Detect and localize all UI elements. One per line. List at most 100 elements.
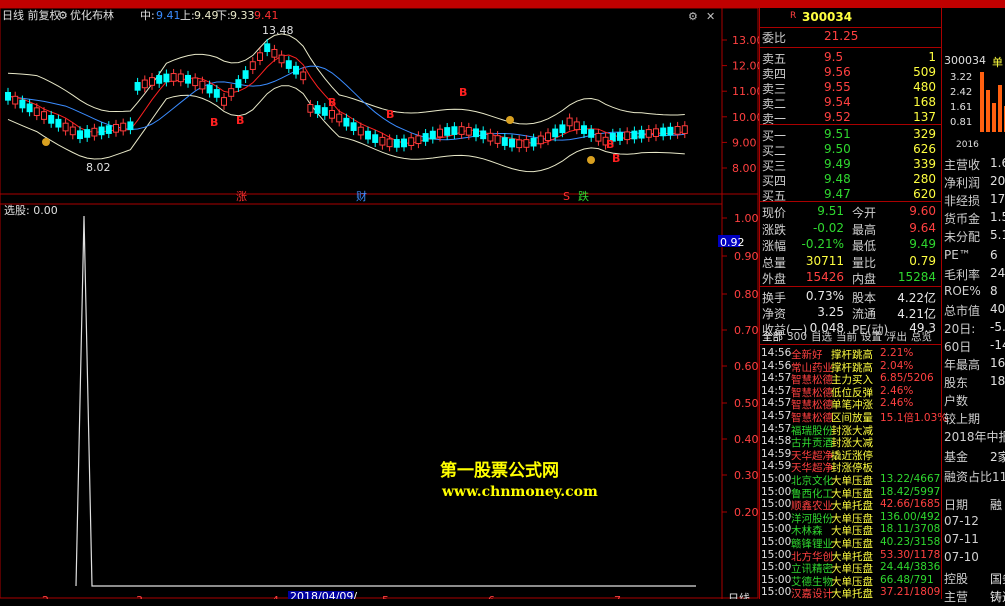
subchart-title: 选股: 0.00 xyxy=(4,204,58,217)
fin-value: 18 xyxy=(990,374,1005,388)
candle-body xyxy=(429,130,436,140)
stat-value: 0.79 xyxy=(909,253,936,268)
candle-body xyxy=(530,137,537,147)
fin-label: 融资占比11.9 xyxy=(944,470,1005,484)
tick-value: 18.11/3708 xyxy=(880,523,941,536)
sub-tick-label: 0.70 xyxy=(734,324,759,337)
fin-axis-label: 0.81 xyxy=(950,117,973,128)
fin-row: 基金 2家 xyxy=(944,448,1005,466)
event-label-finance: 财 xyxy=(356,189,367,203)
selection-line xyxy=(75,215,696,587)
candle-body xyxy=(149,77,155,86)
fin-bar xyxy=(980,72,984,132)
fin-row: 毛利率 24 xyxy=(944,266,1005,284)
tick-time: 15:00 xyxy=(761,485,792,498)
candle-body xyxy=(41,111,47,120)
fin-row: 总市值 40.1 xyxy=(944,302,1005,320)
tick-name: 汉嘉设计 xyxy=(791,588,833,601)
stat2-value: 0.048 xyxy=(809,321,844,335)
tick-value: 53.30/1178 xyxy=(880,548,941,561)
fin-value: 24 xyxy=(990,266,1005,280)
tick-time: 14:59 xyxy=(761,460,792,473)
candle-body xyxy=(228,88,235,97)
price-tick-label: 8.00 xyxy=(732,162,757,175)
tick-time: 15:00 xyxy=(761,523,792,536)
sub-tick-label: 0.90 xyxy=(734,250,759,263)
fin-value: 1.5 xyxy=(990,210,1005,224)
tick-time: 14:57 xyxy=(761,372,792,385)
candle-body xyxy=(437,128,443,138)
candle-body xyxy=(343,117,350,127)
fin-label: 60日 xyxy=(944,340,972,354)
x-mark: 6 xyxy=(488,594,495,599)
candle-body xyxy=(653,128,659,138)
candle-body xyxy=(444,127,451,136)
fin-label: 07-10 xyxy=(944,550,979,564)
ask-volume: 1 xyxy=(928,50,936,64)
candle-body xyxy=(415,135,422,145)
tick-value: 136.00/492 xyxy=(880,510,941,523)
candle-body xyxy=(401,138,407,148)
top-red-bar xyxy=(0,0,1005,8)
watermark-url: www.chnmoney.com xyxy=(442,484,598,500)
fin-row: 户数 xyxy=(944,392,968,410)
sub-tick-label: 0.50 xyxy=(734,397,759,410)
bid-price: 9.47 xyxy=(824,187,851,201)
ask-volume: 509 xyxy=(913,65,936,79)
tick-value: 66.48/791 xyxy=(880,573,934,586)
fin-label: 07-12 xyxy=(944,514,979,528)
settings-gear-icon: ⚙ xyxy=(688,10,698,23)
candle-body xyxy=(545,132,551,142)
stat-label: 涨跌 xyxy=(762,222,787,237)
candle-body xyxy=(12,95,19,105)
stock-code[interactable]: 300034 xyxy=(802,10,852,24)
fin-label: PE™ xyxy=(944,248,971,262)
bid-volume: 280 xyxy=(913,172,936,186)
sub-tick-label: 0.80 xyxy=(734,288,759,301)
fin-value: 17 xyxy=(990,192,1005,206)
tick-time: 14:59 xyxy=(761,447,792,460)
fin-label: 主营 xyxy=(944,590,969,604)
subchart-axis: 1.00 0.920.90 0.80 0.70 0.60 0.50 0.40 0.30 0.20 xyxy=(718,212,759,519)
bid-volume: 620 xyxy=(913,187,936,201)
candle-body xyxy=(105,125,112,134)
fin-row: 20日: -5. xyxy=(944,320,1005,338)
settings-icon: ⚙ xyxy=(58,9,68,22)
candle-body xyxy=(329,110,335,119)
stat-row: 涨幅 -0.21% 最低 9.49 xyxy=(760,236,940,254)
candle-body xyxy=(422,133,429,142)
fin-value: -5. xyxy=(990,320,1005,334)
kline-chart[interactable]: 日线 前复权 ⚙ 优化布林 中: 9.41 上: 9.49 下: 9.33 9.… xyxy=(0,8,759,599)
candle-body xyxy=(5,91,11,101)
candle-body xyxy=(141,79,148,89)
low-price-label: 8.02 xyxy=(86,161,111,174)
sub-tick-label: 0.92 xyxy=(720,236,745,249)
candle-body xyxy=(458,126,465,135)
tick-time: 14:56 xyxy=(761,359,792,372)
candle-body xyxy=(681,125,688,134)
candle-body xyxy=(465,126,472,136)
candle-body xyxy=(120,122,127,132)
moneybag-icon xyxy=(587,156,595,164)
code-badge: R xyxy=(790,11,797,21)
tick-time: 14:57 xyxy=(761,410,792,422)
candle-body xyxy=(314,105,321,114)
x-mark: 2 xyxy=(42,594,49,599)
candle-body xyxy=(77,130,83,140)
fin-row: 年最高 16 xyxy=(944,356,1005,374)
fin-label: 户数 xyxy=(944,394,969,408)
candle-body xyxy=(98,126,105,136)
candle-body xyxy=(177,73,184,83)
tick-time: 15:00 xyxy=(761,561,792,574)
candle-body xyxy=(660,127,667,137)
candle-body xyxy=(206,84,213,94)
candle-body xyxy=(170,73,177,82)
fin-row: 日期 融 xyxy=(944,496,1002,514)
stat2-value: 49.3 xyxy=(909,321,936,335)
tick-action: 大单托盘 xyxy=(831,588,873,601)
ask-price: 9.56 xyxy=(824,65,851,79)
candle-body xyxy=(271,48,278,58)
candle-body xyxy=(285,60,292,69)
fin-value: 16 xyxy=(990,356,1005,370)
stat-label: 外盘 xyxy=(762,272,787,286)
